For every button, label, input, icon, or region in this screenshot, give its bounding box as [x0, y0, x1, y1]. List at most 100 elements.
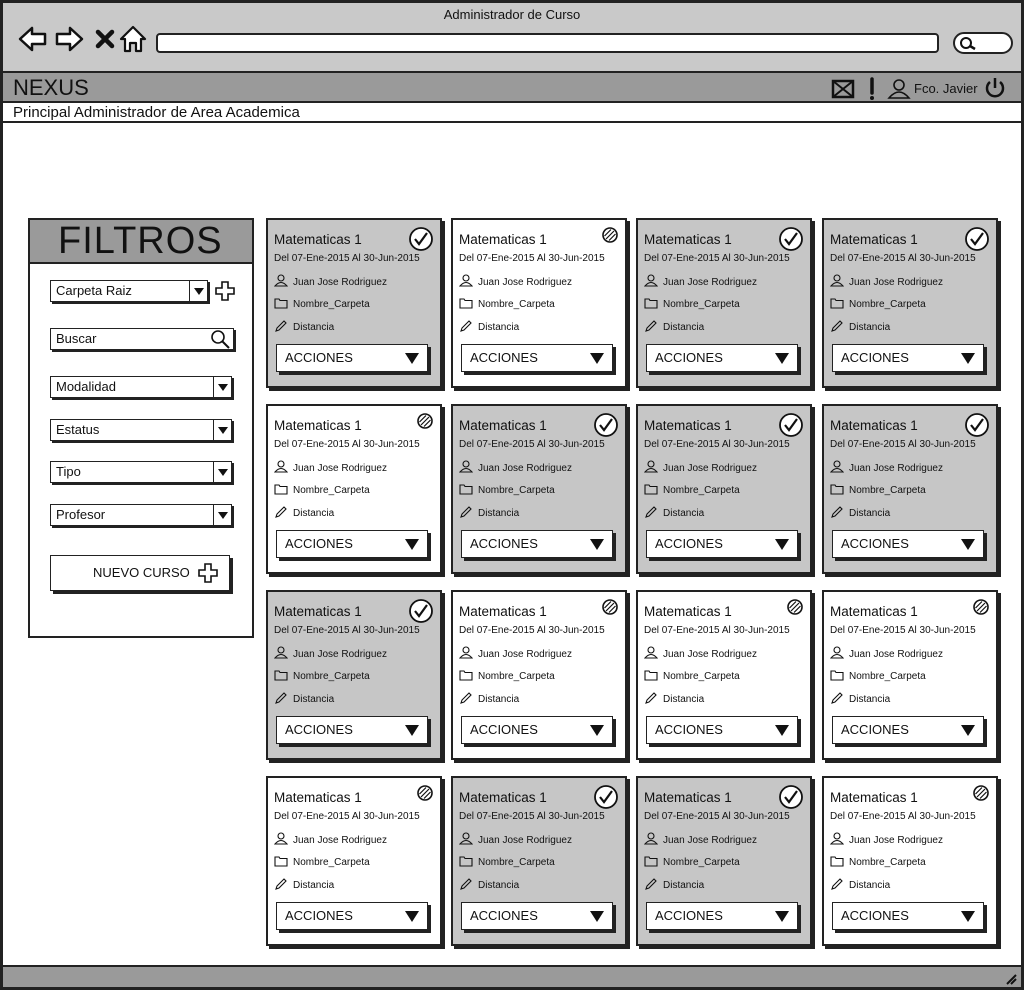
course-card[interactable]: Matematicas 1 Del 07-Ene-2015 Al 30-Jun-2… — [822, 404, 998, 574]
course-folder-row: Nombre_Carpeta — [644, 483, 740, 498]
acciones-dropdown[interactable]: ACCIONES — [276, 716, 428, 744]
back-icon[interactable] — [17, 23, 49, 55]
course-title: Matematicas 1 — [459, 418, 547, 433]
acciones-dropdown[interactable]: ACCIONES — [646, 716, 798, 744]
acciones-dropdown[interactable]: ACCIONES — [832, 344, 984, 372]
course-card[interactable]: Matematicas 1 Del 07-Ene-2015 Al 30-Jun-2… — [636, 590, 812, 760]
course-mode: Distancia — [849, 694, 891, 705]
disabled-icon[interactable] — [972, 598, 990, 619]
profesor-select-value: Profesor — [56, 507, 106, 522]
acciones-dropdown[interactable]: ACCIONES — [461, 716, 613, 744]
course-folder-row: Nombre_Carpeta — [644, 297, 740, 312]
magnifier-icon[interactable] — [209, 329, 231, 349]
acciones-dropdown[interactable]: ACCIONES — [832, 530, 984, 558]
pencil-icon — [459, 505, 473, 522]
pencil-icon — [644, 505, 658, 522]
check-circle-icon[interactable] — [778, 412, 804, 441]
course-teacher-row: Juan Jose Rodriguez — [829, 274, 943, 290]
course-teacher-row: Juan Jose Rodriguez — [273, 832, 387, 848]
course-mode-row: Distancia — [274, 877, 334, 894]
resize-grip-icon[interactable] — [1003, 971, 1017, 985]
address-bar[interactable] — [156, 33, 939, 53]
acciones-dropdown[interactable]: ACCIONES — [461, 530, 613, 558]
pencil-icon — [644, 319, 658, 336]
course-card[interactable]: Matematicas 1 Del 07-Ene-2015 Al 30-Jun-2… — [266, 776, 442, 946]
disabled-icon[interactable] — [601, 226, 619, 247]
folder-icon — [644, 855, 658, 870]
disabled-icon[interactable] — [972, 784, 990, 805]
check-circle-icon[interactable] — [408, 598, 434, 627]
check-circle-icon[interactable] — [593, 784, 619, 813]
modalidad-select[interactable]: Modalidad — [50, 376, 232, 398]
home-icon[interactable] — [117, 23, 149, 55]
pencil-icon — [644, 877, 658, 894]
estatus-select[interactable]: Estatus — [50, 419, 232, 441]
check-circle-icon[interactable] — [408, 226, 434, 255]
course-dates: Del 07-Ene-2015 Al 30-Jun-2015 — [644, 625, 790, 636]
acciones-dropdown[interactable]: ACCIONES — [276, 902, 428, 930]
user-icon — [643, 460, 659, 476]
nuevo-curso-button[interactable]: NUEVO CURSO — [50, 555, 230, 591]
disabled-icon[interactable] — [601, 598, 619, 619]
check-circle-icon[interactable] — [593, 412, 619, 441]
acciones-label: ACCIONES — [470, 536, 538, 551]
user-icon[interactable] — [887, 78, 911, 100]
course-folder-row: Nombre_Carpeta — [459, 297, 555, 312]
add-folder-plus-icon[interactable] — [214, 280, 236, 302]
search-input-placeholder: Buscar — [56, 331, 97, 346]
profesor-select[interactable]: Profesor — [50, 504, 232, 526]
course-card[interactable]: Matematicas 1 Del 07-Ene-2015 Al 30-Jun-2… — [636, 404, 812, 574]
course-folder-row: Nombre_Carpeta — [830, 297, 926, 312]
course-card[interactable]: Matematicas 1 Del 07-Ene-2015 Al 30-Jun-2… — [822, 590, 998, 760]
power-icon[interactable] — [983, 76, 1007, 100]
disabled-icon[interactable] — [786, 598, 804, 619]
search-input[interactable]: Buscar — [50, 328, 234, 350]
forward-icon[interactable] — [53, 23, 85, 55]
course-card[interactable]: Matematicas 1 Del 07-Ene-2015 Al 30-Jun-2… — [451, 776, 627, 946]
folder-icon — [830, 855, 844, 870]
acciones-dropdown[interactable]: ACCIONES — [646, 902, 798, 930]
course-teacher: Juan Jose Rodriguez — [849, 462, 943, 474]
course-card[interactable]: Matematicas 1 Del 07-Ene-2015 Al 30-Jun-2… — [636, 776, 812, 946]
carpeta-select[interactable]: Carpeta Raiz — [50, 280, 208, 302]
alert-icon[interactable] — [867, 77, 877, 101]
course-card[interactable]: Matematicas 1 Del 07-Ene-2015 Al 30-Jun-2… — [451, 218, 627, 388]
course-card[interactable]: Matematicas 1 Del 07-Ene-2015 Al 30-Jun-2… — [822, 218, 998, 388]
course-teacher-row: Juan Jose Rodriguez — [643, 832, 757, 848]
check-circle-icon[interactable] — [778, 226, 804, 255]
course-teacher: Juan Jose Rodriguez — [849, 276, 943, 288]
app-window: Administrador de Curso NEXUS Fco. Javier… — [0, 0, 1024, 990]
folder-icon — [459, 297, 473, 312]
course-card[interactable]: Matematicas 1 Del 07-Ene-2015 Al 30-Jun-2… — [822, 776, 998, 946]
check-circle-icon[interactable] — [964, 226, 990, 255]
browser-search-box[interactable] — [953, 32, 1013, 54]
pencil-icon — [459, 877, 473, 894]
course-card[interactable]: Matematicas 1 Del 07-Ene-2015 Al 30-Jun-2… — [266, 218, 442, 388]
acciones-dropdown[interactable]: ACCIONES — [276, 530, 428, 558]
acciones-dropdown[interactable]: ACCIONES — [646, 530, 798, 558]
mail-icon[interactable] — [831, 79, 855, 99]
course-mode-row: Distancia — [830, 877, 890, 894]
course-card[interactable]: Matematicas 1 Del 07-Ene-2015 Al 30-Jun-2… — [266, 590, 442, 760]
disabled-icon[interactable] — [416, 784, 434, 805]
acciones-dropdown[interactable]: ACCIONES — [276, 344, 428, 372]
acciones-dropdown[interactable]: ACCIONES — [461, 344, 613, 372]
course-card[interactable]: Matematicas 1 Del 07-Ene-2015 Al 30-Jun-2… — [451, 590, 627, 760]
acciones-dropdown[interactable]: ACCIONES — [832, 716, 984, 744]
course-folder: Nombre_Carpeta — [293, 299, 370, 310]
course-card[interactable]: Matematicas 1 Del 07-Ene-2015 Al 30-Jun-2… — [636, 218, 812, 388]
acciones-dropdown[interactable]: ACCIONES — [832, 902, 984, 930]
course-card[interactable]: Matematicas 1 Del 07-Ene-2015 Al 30-Jun-2… — [266, 404, 442, 574]
user-name[interactable]: Fco. Javier — [914, 81, 978, 96]
tipo-select[interactable]: Tipo — [50, 461, 232, 483]
acciones-dropdown[interactable]: ACCIONES — [461, 902, 613, 930]
user-icon — [829, 274, 845, 290]
disabled-icon[interactable] — [416, 412, 434, 433]
course-card[interactable]: Matematicas 1 Del 07-Ene-2015 Al 30-Jun-2… — [451, 404, 627, 574]
folder-icon — [274, 483, 288, 498]
acciones-dropdown[interactable]: ACCIONES — [646, 344, 798, 372]
course-mode: Distancia — [293, 322, 335, 333]
check-circle-icon[interactable] — [964, 412, 990, 441]
folder-icon — [830, 297, 844, 312]
check-circle-icon[interactable] — [778, 784, 804, 813]
